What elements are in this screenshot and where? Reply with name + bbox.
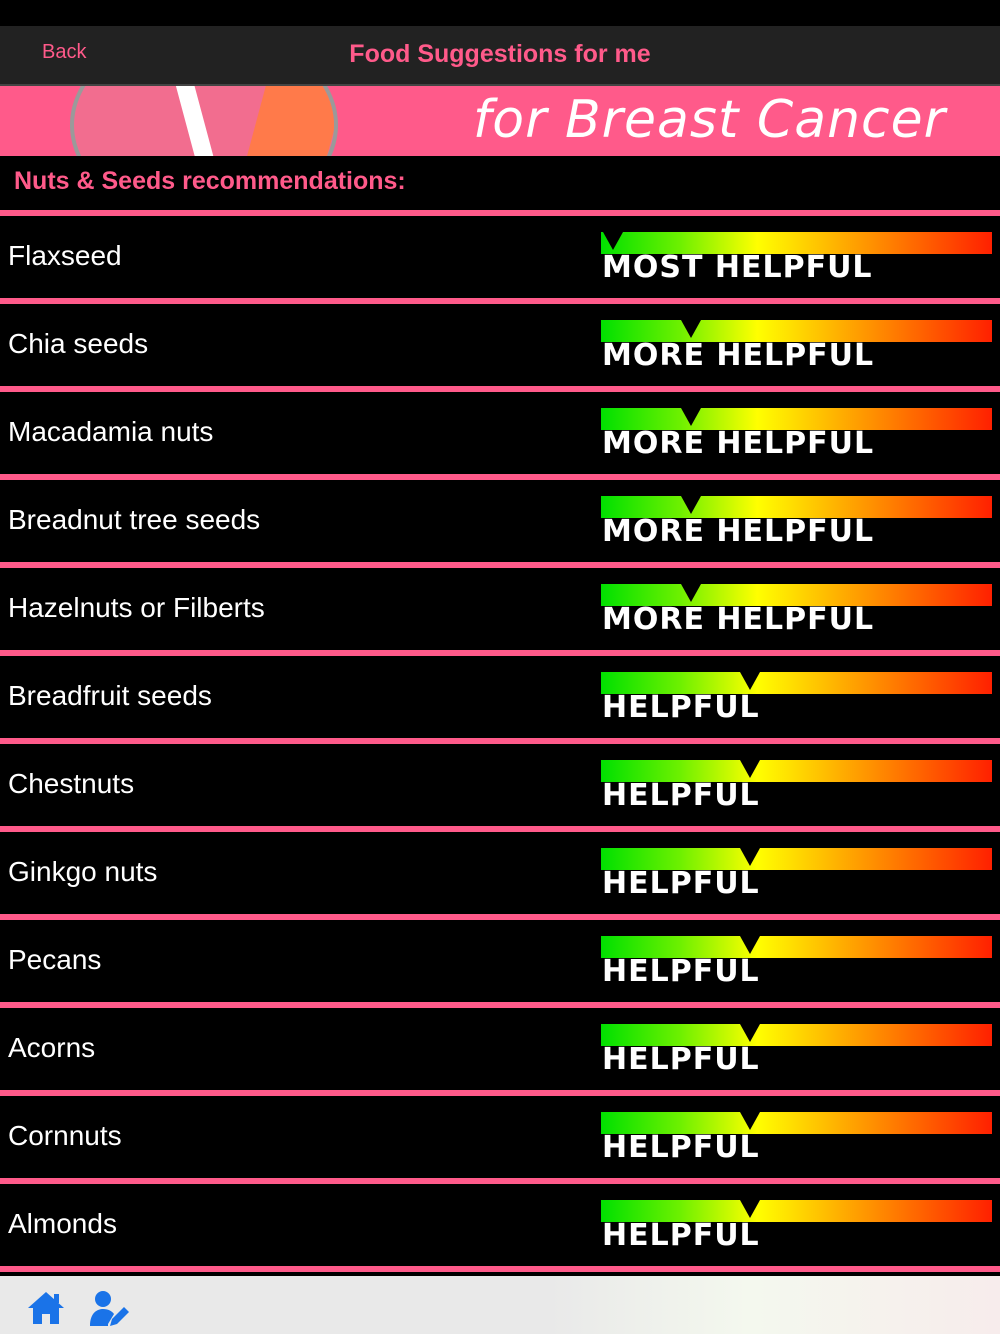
rating-label: MORE HELPFUL [602,338,875,373]
page-title: Food Suggestions for me [349,40,651,68]
section-title: Nuts & Seeds recommendations: [14,167,406,195]
food-name: Macadamia nuts [8,416,214,447]
rating-label: HELPFUL [602,690,760,725]
meter-indicator-icon [739,848,760,866]
meter-indicator-icon [739,1200,760,1218]
food-name: Chestnuts [8,768,135,799]
list-item[interactable]: Acorns HELPFUL [0,1002,1000,1090]
user-edit-icon[interactable] [88,1288,129,1328]
list-item[interactable]: Almonds HELPFUL [0,1178,1000,1272]
list-item[interactable]: Breadnut tree seeds MORE HELPFUL [0,474,1000,562]
rating-label: MORE HELPFUL [602,602,875,637]
helpfulness-meter: MORE HELPFUL [601,320,992,374]
meter-indicator-icon [739,1112,760,1130]
food-name: Pecans [8,944,102,975]
meter-indicator-icon [681,584,702,602]
helpfulness-meter: MORE HELPFUL [601,496,992,550]
rating-label: MORE HELPFUL [602,426,875,461]
list-item[interactable]: Ginkgo nuts HELPFUL [0,826,1000,914]
rating-label: HELPFUL [602,1130,760,1165]
meter-indicator-icon [681,496,702,514]
helpfulness-meter: HELPFUL [601,936,992,990]
food-name: Hazelnuts or Filberts [8,592,265,623]
food-name: Breadfruit seeds [8,680,212,711]
list-item[interactable]: Pecans HELPFUL [0,914,1000,1002]
helpfulness-meter: HELPFUL [601,1200,992,1254]
helpfulness-meter: HELPFUL [601,672,992,726]
meter-indicator-icon [681,320,702,338]
rating-label: MORE HELPFUL [602,514,875,549]
banner-title: for Breast Cancer [472,90,946,150]
pink-ribbon-logo-icon [70,86,338,156]
helpfulness-meter: MORE HELPFUL [601,408,992,462]
rating-label: HELPFUL [602,1042,760,1077]
rating-label: MOST HELPFUL [602,250,873,285]
status-bar [0,0,1000,26]
food-name: Acorns [8,1032,96,1063]
rating-label: HELPFUL [602,954,760,989]
food-name: Ginkgo nuts [8,856,158,887]
food-name: Breadnut tree seeds [8,504,261,535]
header-banner: for Breast Cancer [0,86,1000,156]
meter-indicator-icon [603,232,623,250]
food-name: Chia seeds [8,328,149,359]
helpfulness-meter: MOST HELPFUL [601,232,992,286]
helpfulness-meter: HELPFUL [601,848,992,902]
meter-indicator-icon [739,672,760,690]
list-item[interactable]: Macadamia nuts MORE HELPFUL [0,386,1000,474]
recommendation-list: Flaxseed MOST HELPFUL Chia seeds MORE HELPF… [0,210,1000,1272]
rating-label: HELPFUL [602,866,760,901]
list-item[interactable]: Hazelnuts or Filberts MORE HELPFUL [0,562,1000,650]
helpfulness-meter: HELPFUL [601,1112,992,1166]
meter-indicator-icon [681,408,702,426]
meter-indicator-icon [739,1024,760,1042]
bottom-toolbar [0,1276,1000,1334]
food-name: Flaxseed [8,240,122,271]
rating-label: HELPFUL [602,778,760,813]
meter-indicator-icon [739,760,760,778]
list-item[interactable]: Chestnuts HELPFUL [0,738,1000,826]
food-name: Almonds [8,1208,117,1239]
home-icon[interactable] [26,1288,66,1328]
list-item[interactable]: Flaxseed MOST HELPFUL [0,210,1000,298]
helpfulness-meter: HELPFUL [601,1024,992,1078]
list-item[interactable]: Chia seeds MORE HELPFUL [0,298,1000,386]
helpfulness-meter: HELPFUL [601,760,992,814]
list-item[interactable]: Breadfruit seeds HELPFUL [0,650,1000,738]
meter-indicator-icon [739,936,760,954]
rating-label: HELPFUL [602,1218,760,1253]
helpfulness-meter: MORE HELPFUL [601,584,992,638]
food-name: Cornnuts [8,1120,122,1151]
navigation-bar: Back Food Suggestions for me [0,26,1000,86]
list-item[interactable]: Cornnuts HELPFUL [0,1090,1000,1178]
